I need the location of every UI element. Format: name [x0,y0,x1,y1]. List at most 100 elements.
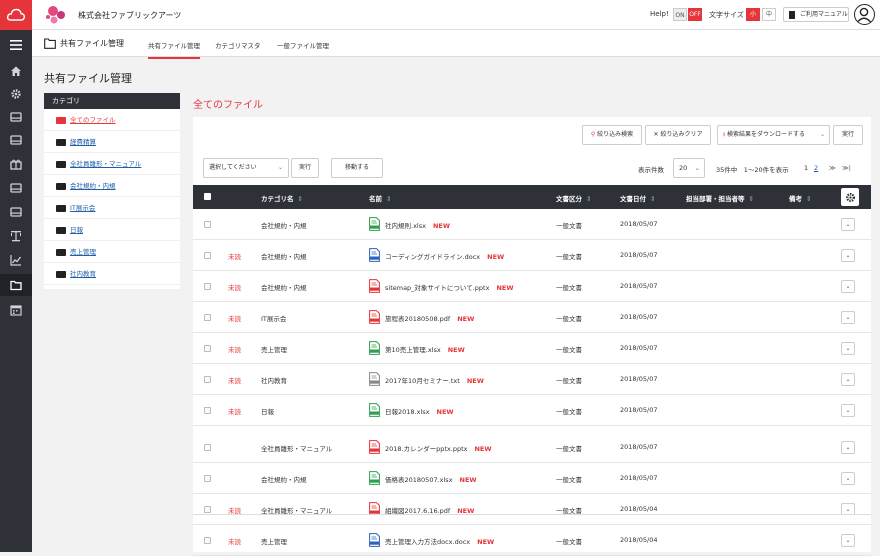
hdd-icon[interactable] [8,110,24,124]
gear-icon[interactable] [8,87,24,101]
file-name-link[interactable]: sitemap_対象サイトについて.pptx NEW [385,282,514,292]
table-row[interactable]: 未読 社内教育 2017年10月セミナー.txt NEW 一般文書 2018/05/07 ⌄ [193,364,871,395]
file-name-link[interactable]: 売上管理入力方法docx.docx NEW [385,536,494,546]
file-name: 2017年10月セミナー.txt [385,377,460,385]
page-link-1[interactable]: 1 [804,164,808,172]
category-item-all[interactable]: 全てのファイル [44,109,180,131]
cloud-logo-icon[interactable] [0,0,32,30]
chevron-down-icon[interactable]: ⌄ [841,404,855,417]
chevron-down-icon[interactable]: ⌄ [841,373,855,386]
header-doc-type[interactable]: 文書区分 ⇕ [556,193,591,203]
header-note[interactable]: 備考 ⇕ [789,193,811,203]
download-select[interactable]: ⭳ 検索結果をダウンロードする ⌄ [717,125,830,145]
execute-action-button[interactable]: 実行 [291,158,319,178]
manual-button[interactable]: ご利用マニュアル [783,7,849,22]
category-item[interactable]: 全社員雛形・マニュアル [44,153,180,175]
chevron-down-icon[interactable]: ⌄ [841,534,855,547]
balance-icon[interactable] [8,229,24,243]
next-page-icon[interactable]: ≫ [829,164,836,172]
tab-category-master[interactable]: カテゴリマスタ [215,40,261,50]
sub-navigation: 共有ファイル管理 共有ファイル管理 カテゴリマスタ 一般ファイル管理 [32,30,880,59]
category-item[interactable]: 売上管理 [44,241,180,263]
avatar[interactable] [854,4,875,25]
header-doc-date[interactable]: 文書日付 ⇕ [620,193,655,203]
table-row[interactable]: 未読 売上管理 第10売上管理.xlsx NEW 一般文書 2018/05/07 ⌄ [193,333,871,364]
category-item[interactable]: 社内教育 [44,263,180,285]
file-name: 第10売上管理.xlsx [385,346,441,354]
hdd-icon[interactable] [8,181,24,195]
table-row[interactable]: 未読 IT展示会 旅程表20180508.pdf NEW 一般文書 2018/05/07 ⌄ [193,302,871,333]
book-icon [789,11,795,19]
action-select[interactable]: 選択してください ⌄ [203,158,289,178]
file-name-link[interactable]: コーディングガイドライン.docx NEW [385,251,504,261]
chevron-down-icon[interactable]: ⌄ [841,249,855,262]
chart-icon[interactable] [8,253,24,267]
execute-button[interactable]: 実行 [833,125,863,145]
row-checkbox[interactable] [204,444,211,451]
row-checkbox[interactable] [204,283,211,290]
calendar-icon[interactable] [8,303,24,317]
table-row[interactable]: 未読 会社規約・内規 sitemap_対象サイトについて.pptx NEW 一般文書 20… [193,271,871,302]
file-name-link[interactable]: 価格表20180507.xlsx NEW [385,474,477,484]
select-all-checkbox[interactable] [204,193,211,200]
unread-badge: 未読 [228,315,241,323]
category-item[interactable]: IT展示会 [44,197,180,219]
menu-icon[interactable] [8,38,24,52]
filter-search-button[interactable]: ⚲ 絞り込み検索 [582,125,642,145]
row-doc-type: 一般文書 [556,408,582,416]
table-row[interactable]: 未読 会社規約・内規 コーディングガイドライン.docx NEW 一般文書 2018/05… [193,240,871,271]
row-checkbox[interactable] [204,252,211,259]
gift-icon[interactable] [8,157,24,171]
table-row[interactable]: 会社規約・内規 社内規則.xlsx NEW 一般文書 2018/05/07 ⌄ [193,209,871,240]
chevron-down-icon[interactable]: ⌄ [841,342,855,355]
page-link-2[interactable]: 2 [814,164,818,172]
chevron-down-icon[interactable]: ⌄ [841,441,855,454]
category-item[interactable]: 経費精算 [44,131,180,153]
move-button[interactable]: 移動する [331,158,383,178]
category-item[interactable]: 会社規約・内規 [44,175,180,197]
last-page-icon[interactable]: ≫| [842,164,851,172]
row-checkbox[interactable] [204,221,211,228]
filter-clear-button[interactable]: ✕ 絞り込みクリア [645,125,711,145]
table-row[interactable]: 未読 日報 日報2018.xlsx NEW 一般文書 2018/05/07 ⌄ [193,395,871,426]
per-page-select[interactable]: 20 ⌄ [673,158,705,178]
file-name-link[interactable]: 第10売上管理.xlsx NEW [385,344,465,354]
header-category[interactable]: カテゴリ名 ⇕ [261,193,303,203]
hdd-icon[interactable] [8,133,24,147]
folder-icon[interactable] [8,278,24,292]
home-icon[interactable] [8,64,24,78]
row-doc-type: 一般文書 [556,476,582,484]
header-owner[interactable]: 担当部署・担当者等 ⇕ [686,193,754,203]
hdd-icon[interactable] [8,205,24,219]
file-name-link[interactable]: 社内規則.xlsx NEW [385,220,450,230]
chevron-down-icon[interactable]: ⌄ [841,472,855,485]
row-checkbox[interactable] [204,475,211,482]
column-settings-gear-icon[interactable] [841,188,859,206]
tab-shared-files[interactable]: 共有ファイル管理 [148,40,200,59]
category-label: IT展示会 [70,204,96,212]
chevron-down-icon[interactable]: ⌄ [841,311,855,324]
table-row[interactable]: 未読 売上管理 売上管理入力方法docx.docx NEW 一般文書 2018/05/04… [193,525,871,556]
tab-general-files[interactable]: 一般ファイル管理 [277,40,329,50]
header-name[interactable]: 名前 ⇕ [369,193,391,203]
row-checkbox[interactable] [204,407,211,414]
chevron-down-icon[interactable]: ⌄ [841,218,855,231]
row-checkbox[interactable] [204,314,211,321]
row-checkbox[interactable] [204,506,211,513]
category-item[interactable]: 日報 [44,219,180,241]
table-row[interactable]: 未読 全社員雛形・マニュアル 組織図2017.6.16.pdf NEW 一般文書 2018… [193,494,871,525]
font-size-small-button[interactable]: 小 [746,8,760,21]
font-size-medium-button[interactable]: 中 [762,8,776,21]
table-row[interactable]: 全社員雛形・マニュアル 2018.カレンダーpptx.pptx NEW 一般文書 201… [193,432,871,463]
row-checkbox[interactable] [204,376,211,383]
file-name-link[interactable]: 旅程表20180508.pdf NEW [385,313,474,323]
help-on-toggle[interactable]: ON [673,8,687,21]
row-checkbox[interactable] [204,537,211,544]
chevron-down-icon[interactable]: ⌄ [841,280,855,293]
file-name-link[interactable]: 2018.カレンダーpptx.pptx NEW [385,443,492,453]
file-name-link[interactable]: 2017年10月セミナー.txt NEW [385,375,484,385]
file-name-link[interactable]: 日報2018.xlsx NEW [385,406,454,416]
table-row[interactable]: 会社規約・内規 価格表20180507.xlsx NEW 一般文書 2018/05/07… [193,463,871,494]
help-off-toggle[interactable]: OFF [688,8,702,21]
row-checkbox[interactable] [204,345,211,352]
